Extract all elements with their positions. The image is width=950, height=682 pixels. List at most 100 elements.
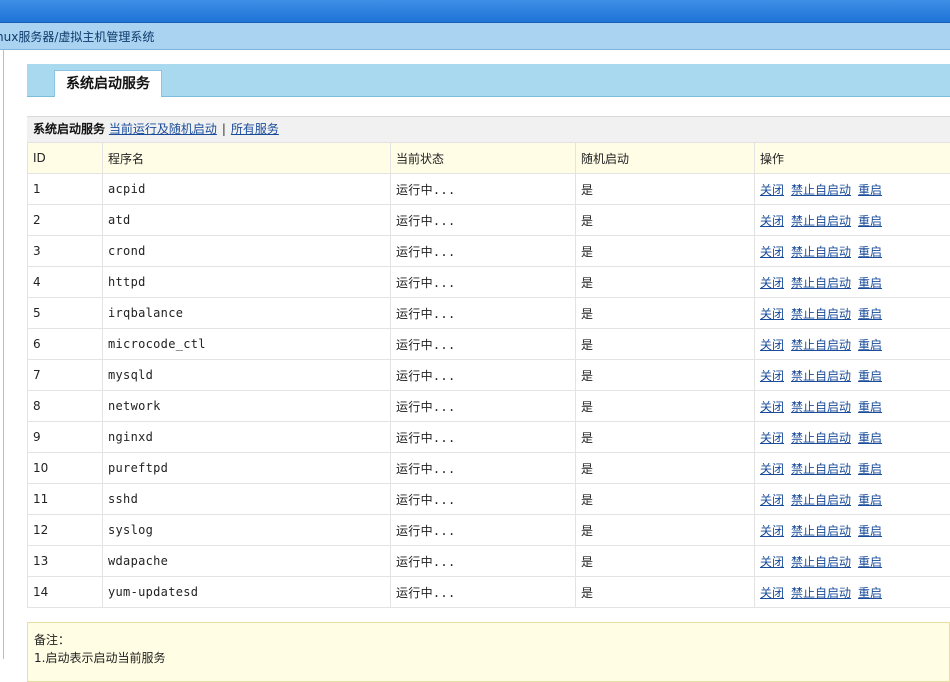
disable-autostart-link[interactable]: 禁止自启动 xyxy=(791,245,851,259)
subnav-link-running-and-autostart[interactable]: 当前运行及随机启动 xyxy=(109,122,217,136)
table-header-row: ID 程序名 当前状态 随机启动 操作 xyxy=(28,143,950,174)
close-link[interactable]: 关闭 xyxy=(760,462,784,476)
disable-autostart-link[interactable]: 禁止自启动 xyxy=(791,493,851,507)
restart-link[interactable]: 重启 xyxy=(858,524,882,538)
restart-link[interactable]: 重启 xyxy=(858,245,882,259)
restart-link[interactable]: 重启 xyxy=(858,431,882,445)
close-link[interactable]: 关闭 xyxy=(760,524,784,538)
restart-link[interactable]: 重启 xyxy=(858,400,882,414)
table-row: 10pureftpd运行中...是关闭禁止自启动重启 xyxy=(28,453,950,484)
cell-operations: 关闭禁止自启动重启 xyxy=(755,453,950,484)
subnav-separator: | xyxy=(222,122,226,136)
disable-autostart-link[interactable]: 禁止自启动 xyxy=(791,183,851,197)
table-row: 13wdapache运行中...是关闭禁止自启动重启 xyxy=(28,546,950,577)
cell-status: 运行中... xyxy=(391,515,576,546)
cell-status: 运行中... xyxy=(391,205,576,236)
table-row: 1acpid运行中...是关闭禁止自启动重启 xyxy=(28,174,950,205)
cell-program-name: syslog xyxy=(103,515,391,546)
restart-link[interactable]: 重启 xyxy=(858,338,882,352)
cell-status: 运行中... xyxy=(391,174,576,205)
cell-program-name: sshd xyxy=(103,484,391,515)
close-link[interactable]: 关闭 xyxy=(760,214,784,228)
close-link[interactable]: 关闭 xyxy=(760,183,784,197)
cell-program-name: nginxd xyxy=(103,422,391,453)
cell-id: 11 xyxy=(28,484,103,515)
disable-autostart-link[interactable]: 禁止自启动 xyxy=(791,524,851,538)
table-row: 5irqbalance运行中...是关闭禁止自启动重启 xyxy=(28,298,950,329)
restart-link[interactable]: 重启 xyxy=(858,493,882,507)
breadcrumb-bar: nux服务器/虚拟主机管理系统 xyxy=(0,23,950,50)
disable-autostart-link[interactable]: 禁止自启动 xyxy=(791,431,851,445)
table-row: 8network运行中...是关闭禁止自启动重启 xyxy=(28,391,950,422)
breadcrumb: nux服务器/虚拟主机管理系统 xyxy=(0,28,154,45)
close-link[interactable]: 关闭 xyxy=(760,400,784,414)
cell-operations: 关闭禁止自启动重启 xyxy=(755,236,950,267)
disable-autostart-link[interactable]: 禁止自启动 xyxy=(791,555,851,569)
close-link[interactable]: 关闭 xyxy=(760,276,784,290)
table-row: 6microcode_ctl运行中...是关闭禁止自启动重启 xyxy=(28,329,950,360)
tab-system-startup-services[interactable]: 系统启动服务 xyxy=(54,70,162,97)
close-link[interactable]: 关闭 xyxy=(760,245,784,259)
table-row: 14yum-updatesd运行中...是关闭禁止自启动重启 xyxy=(28,577,950,608)
cell-operations: 关闭禁止自启动重启 xyxy=(755,422,950,453)
close-link[interactable]: 关闭 xyxy=(760,369,784,383)
restart-link[interactable]: 重启 xyxy=(858,276,882,290)
cell-status: 运行中... xyxy=(391,298,576,329)
cell-autostart: 是 xyxy=(576,484,755,515)
restart-link[interactable]: 重启 xyxy=(858,586,882,600)
restart-link[interactable]: 重启 xyxy=(858,369,882,383)
restart-link[interactable]: 重启 xyxy=(858,214,882,228)
close-link[interactable]: 关闭 xyxy=(760,555,784,569)
disable-autostart-link[interactable]: 禁止自启动 xyxy=(791,586,851,600)
restart-link[interactable]: 重启 xyxy=(858,307,882,321)
table-row: 7mysqld运行中...是关闭禁止自启动重启 xyxy=(28,360,950,391)
cell-program-name: microcode_ctl xyxy=(103,329,391,360)
cell-operations: 关闭禁止自启动重启 xyxy=(755,546,950,577)
disable-autostart-link[interactable]: 禁止自启动 xyxy=(791,214,851,228)
cell-program-name: atd xyxy=(103,205,391,236)
disable-autostart-link[interactable]: 禁止自启动 xyxy=(791,338,851,352)
cell-autostart: 是 xyxy=(576,174,755,205)
cell-autostart: 是 xyxy=(576,577,755,608)
disable-autostart-link[interactable]: 禁止自启动 xyxy=(791,276,851,290)
cell-status: 运行中... xyxy=(391,546,576,577)
cell-id: 1 xyxy=(28,174,103,205)
column-header-id: ID xyxy=(28,143,103,174)
close-link[interactable]: 关闭 xyxy=(760,493,784,507)
cell-autostart: 是 xyxy=(576,546,755,577)
table-row: 12syslog运行中...是关闭禁止自启动重启 xyxy=(28,515,950,546)
cell-status: 运行中... xyxy=(391,236,576,267)
disable-autostart-link[interactable]: 禁止自启动 xyxy=(791,400,851,414)
restart-link[interactable]: 重启 xyxy=(858,462,882,476)
cell-operations: 关闭禁止自启动重启 xyxy=(755,174,950,205)
subnav-link-all-services[interactable]: 所有服务 xyxy=(231,122,279,136)
close-link[interactable]: 关闭 xyxy=(760,431,784,445)
close-link[interactable]: 关闭 xyxy=(760,586,784,600)
cell-id: 3 xyxy=(28,236,103,267)
column-header-program-name: 程序名 xyxy=(103,143,391,174)
cell-autostart: 是 xyxy=(576,453,755,484)
table-row: 3crond运行中...是关闭禁止自启动重启 xyxy=(28,236,950,267)
cell-operations: 关闭禁止自启动重启 xyxy=(755,391,950,422)
cell-status: 运行中... xyxy=(391,391,576,422)
services-table: ID 程序名 当前状态 随机启动 操作 1acpid运行中...是关闭禁止自启动… xyxy=(27,142,950,608)
disable-autostart-link[interactable]: 禁止自启动 xyxy=(791,369,851,383)
cell-operations: 关闭禁止自启动重启 xyxy=(755,515,950,546)
cell-status: 运行中... xyxy=(391,267,576,298)
cell-status: 运行中... xyxy=(391,577,576,608)
cell-operations: 关闭禁止自启动重启 xyxy=(755,267,950,298)
column-header-autostart: 随机启动 xyxy=(576,143,755,174)
table-row: 11sshd运行中...是关闭禁止自启动重启 xyxy=(28,484,950,515)
cell-id: 13 xyxy=(28,546,103,577)
cell-autostart: 是 xyxy=(576,360,755,391)
cell-autostart: 是 xyxy=(576,391,755,422)
cell-program-name: mysqld xyxy=(103,360,391,391)
restart-link[interactable]: 重启 xyxy=(858,555,882,569)
close-link[interactable]: 关闭 xyxy=(760,307,784,321)
disable-autostart-link[interactable]: 禁止自启动 xyxy=(791,462,851,476)
table-row: 4httpd运行中...是关闭禁止自启动重启 xyxy=(28,267,950,298)
restart-link[interactable]: 重启 xyxy=(858,183,882,197)
disable-autostart-link[interactable]: 禁止自启动 xyxy=(791,307,851,321)
cell-program-name: yum-updatesd xyxy=(103,577,391,608)
close-link[interactable]: 关闭 xyxy=(760,338,784,352)
